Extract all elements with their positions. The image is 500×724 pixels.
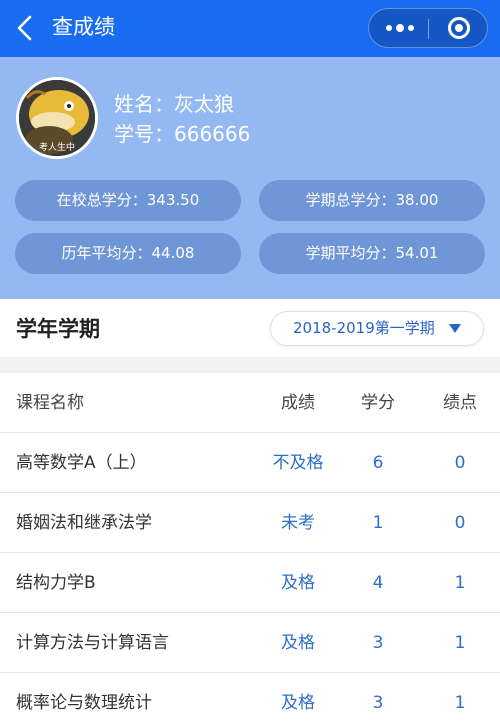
course-name: 婚姻法和继承法学 (16, 513, 152, 533)
course-name: 高等数学A（上） (16, 453, 147, 473)
stat-term-average: 学期平均分：54.01 (259, 233, 485, 274)
term-bar: 学年学期 2018-2019第一学期 (0, 299, 500, 357)
page-title: 查成绩 (52, 15, 115, 39)
mini-program-capsule (368, 8, 488, 48)
course-name: 计算方法与计算语言 (16, 633, 169, 653)
course-gpa: 1 (454, 693, 466, 713)
course-grade: 不及格 (272, 453, 324, 473)
term-dropdown-value: 2018-2019第一学期 (293, 319, 435, 337)
course-gpa: 1 (454, 633, 466, 653)
avatar-caption: 考人生中 (38, 143, 75, 153)
back-icon[interactable] (14, 15, 36, 41)
course-credit: 3 (372, 633, 384, 653)
course-name: 结构力学B (16, 573, 96, 593)
header-credit: 学分 (361, 393, 395, 413)
caret-down-icon (449, 324, 461, 333)
student-id: 学号：666666 (114, 122, 251, 146)
stat-overall-average: 历年平均分：44.08 (15, 233, 241, 274)
course-gpa: 0 (454, 453, 466, 473)
table-row[interactable]: 婚姻法和继承法学 未考 1 0 (0, 493, 500, 553)
table-row[interactable]: 计算方法与计算语言 及格 3 1 (0, 613, 500, 673)
header-course: 课程名称 (16, 393, 84, 413)
more-icon-center-dot (396, 24, 404, 32)
header-grade: 成绩 (281, 393, 315, 413)
target-icon (448, 17, 470, 39)
course-grade: 未考 (281, 513, 315, 533)
term-dropdown[interactable]: 2018-2019第一学期 (270, 311, 484, 346)
top-navbar: 查成绩 (0, 0, 500, 57)
term-title: 学年学期 (16, 317, 100, 341)
table-row[interactable]: 结构力学B 及格 4 1 (0, 553, 500, 613)
course-credit: 1 (372, 513, 384, 533)
course-grade: 及格 (281, 573, 315, 593)
avatar: 考人生中 (16, 77, 98, 159)
table-row[interactable]: 概率论与数理统计 及格 3 1 (0, 673, 500, 724)
section-divider (0, 357, 500, 373)
course-credit: 3 (372, 693, 384, 713)
grades-table: 课程名称 成绩 学分 绩点 高等数学A（上） 不及格 6 0 婚姻法和继承法学 … (0, 373, 500, 724)
stat-term-credits: 学期总学分：38.00 (259, 180, 485, 221)
table-header: 课程名称 成绩 学分 绩点 (0, 373, 500, 433)
stat-total-credits: 在校总学分：343.50 (15, 180, 241, 221)
more-icon-right-dot (408, 25, 414, 31)
course-grade: 及格 (281, 693, 315, 713)
more-icon (386, 25, 392, 31)
table-row[interactable]: 高等数学A（上） 不及格 6 0 (0, 433, 500, 493)
student-name: 姓名：灰太狼 (114, 92, 234, 116)
course-credit: 6 (372, 453, 384, 473)
course-grade: 及格 (281, 633, 315, 653)
course-gpa: 1 (454, 573, 466, 593)
course-credit: 4 (372, 573, 384, 593)
profile-panel: 考人生中 姓名：灰太狼 学号：666666 在校总学分：343.50 学期总学分… (0, 57, 500, 299)
course-gpa: 0 (454, 513, 466, 533)
header-gpa: 绩点 (443, 393, 477, 413)
more-button[interactable] (369, 9, 428, 47)
close-button[interactable] (429, 9, 488, 47)
course-name: 概率论与数理统计 (16, 693, 152, 713)
